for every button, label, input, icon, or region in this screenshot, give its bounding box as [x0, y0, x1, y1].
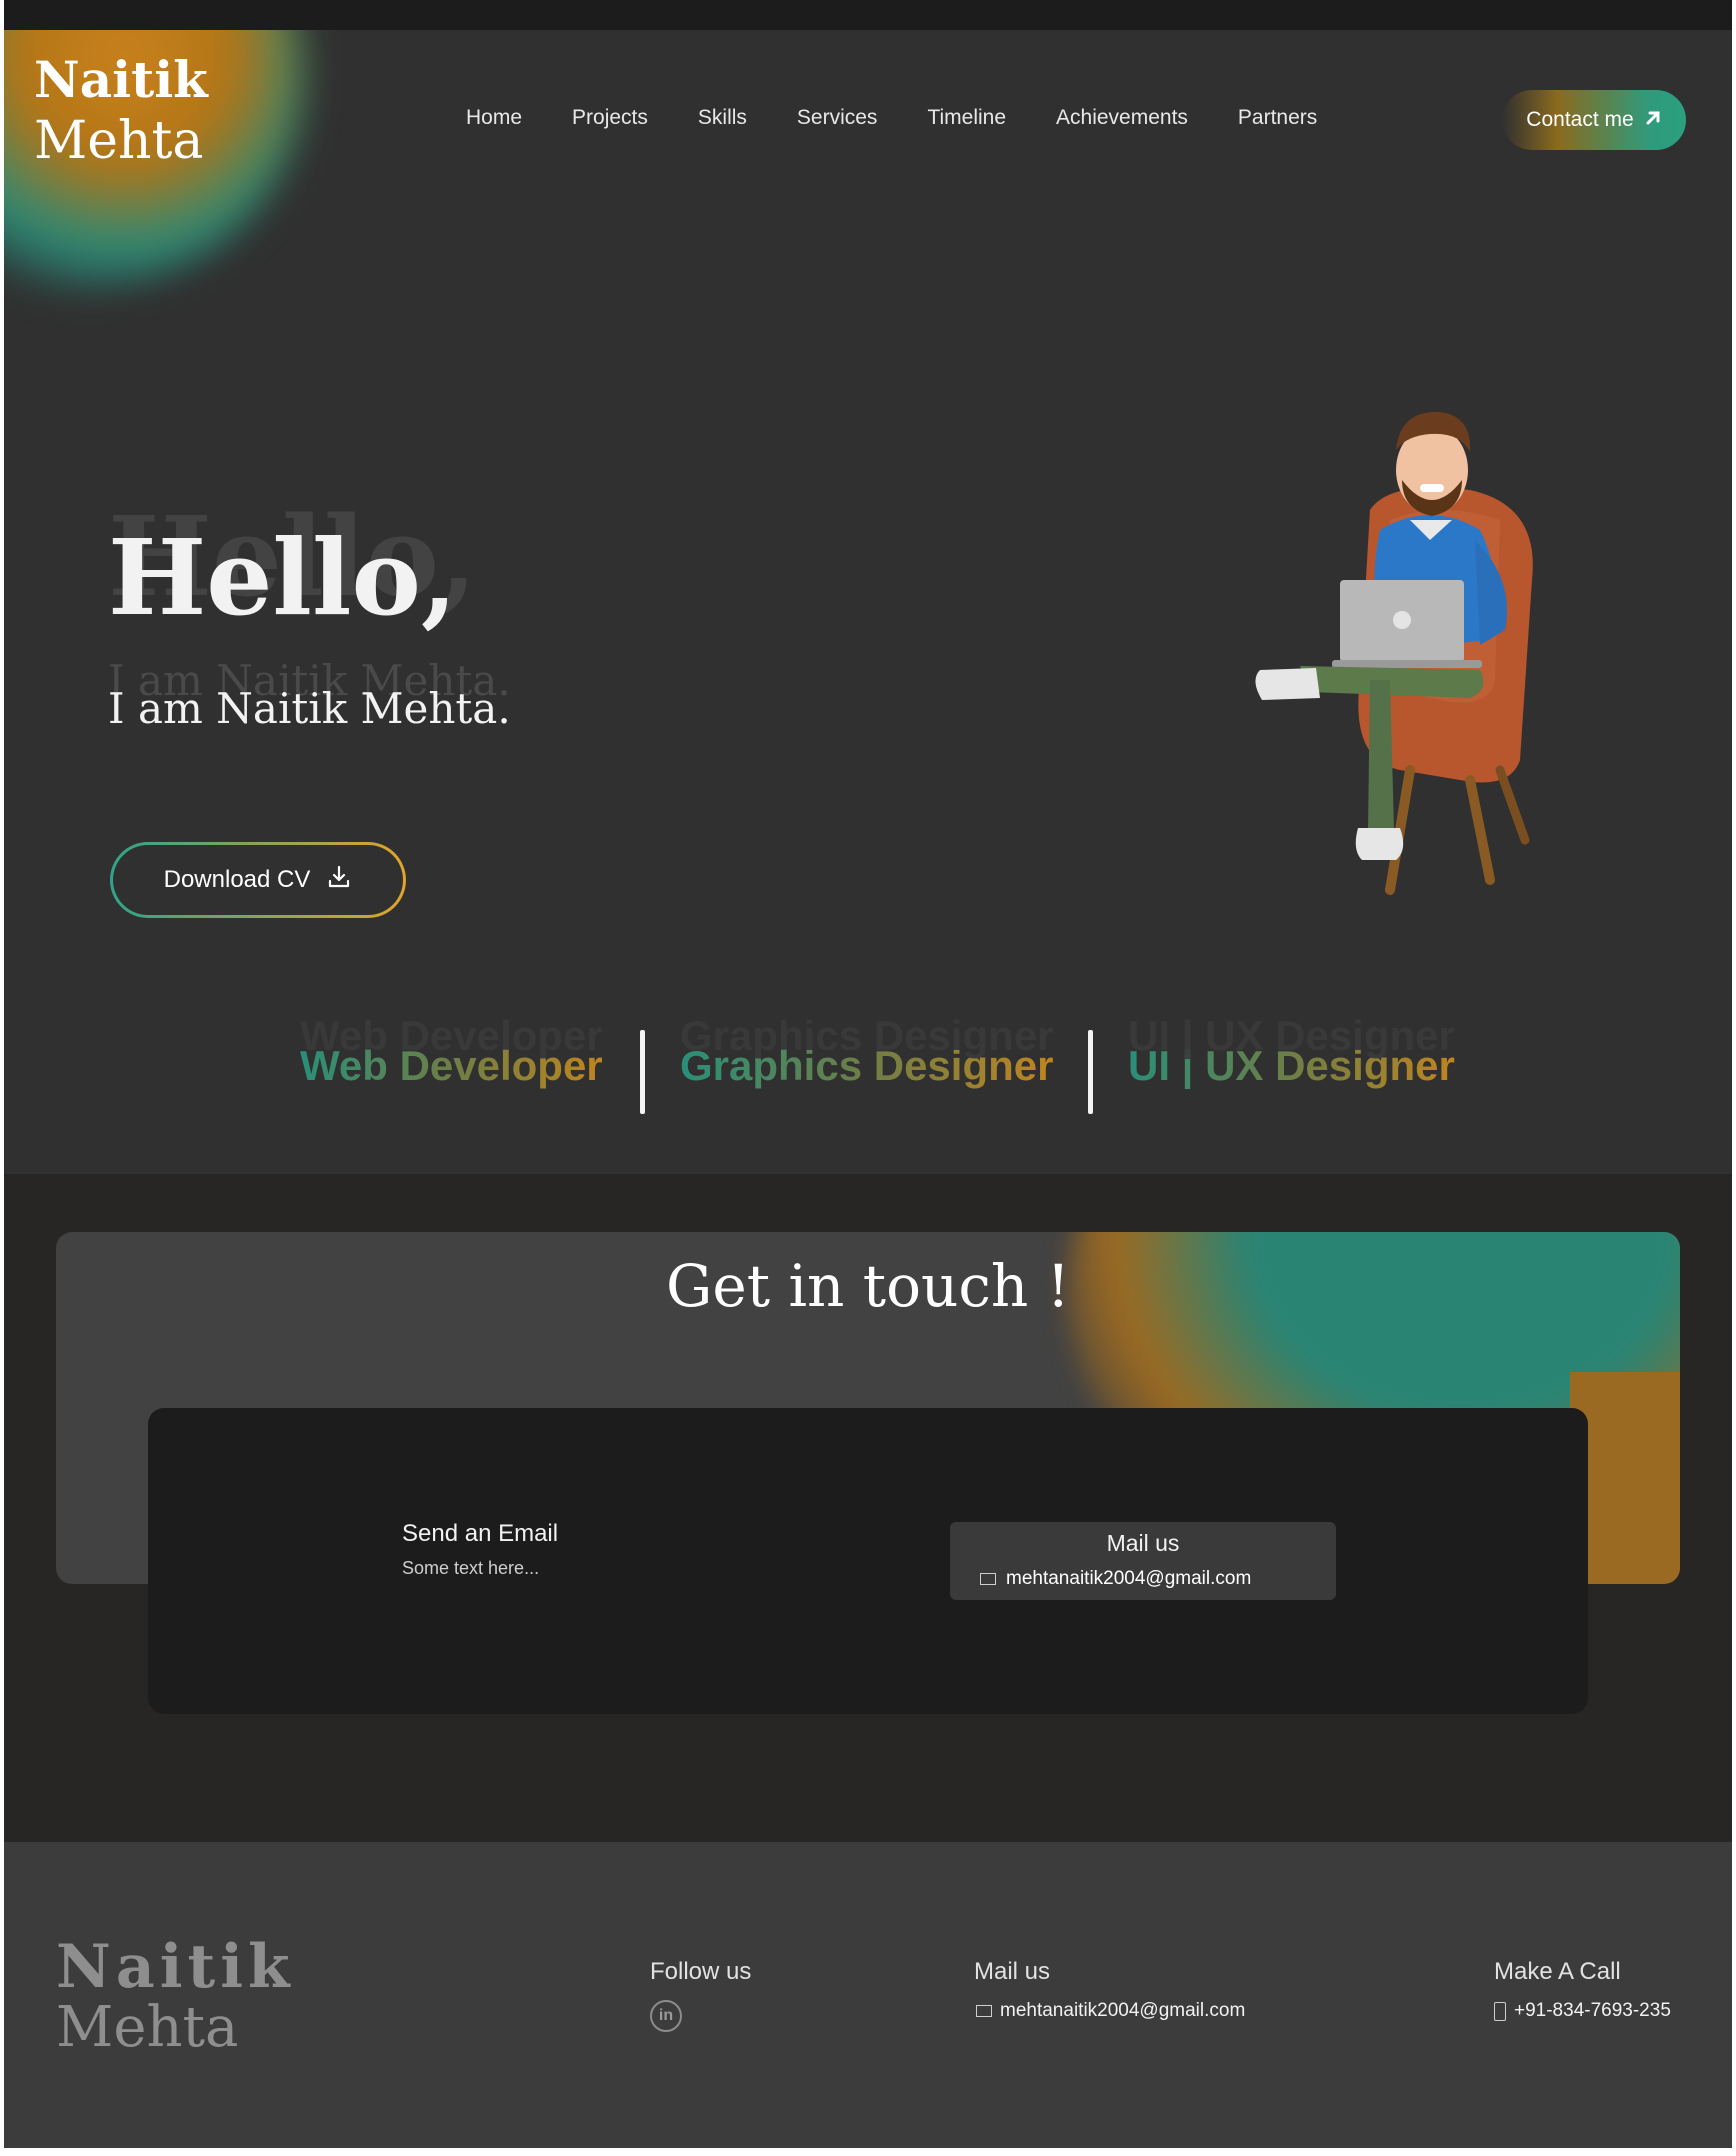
brand-logo[interactable]: Naitik Mehta [34, 52, 208, 170]
brand-last-name: Mehta [34, 111, 204, 171]
contact-section: Get in touch ! Send an Email Some text h… [4, 1174, 1732, 1842]
download-icon [326, 864, 352, 897]
footer-call-title: Make A Call [1494, 1958, 1621, 1985]
greeting-heading: Hello, [108, 516, 458, 639]
nav-item-services[interactable]: Services [797, 106, 878, 130]
role-ghost: Graphics Designer [680, 1012, 1054, 1059]
footer-mail-address: mehtanaitik2004@gmail.com [1000, 2000, 1246, 2021]
hero-section: Naitik Mehta Home Projects Skills Servic… [4, 30, 1732, 1174]
role-divider [1088, 1030, 1093, 1114]
brand-first-name: Naitik [34, 50, 208, 109]
linkedin-icon[interactable]: in [650, 2000, 682, 2032]
footer-logo[interactable]: Naitik Mehta [56, 1936, 295, 2058]
role-ghost: UI | UX Designer [1128, 1012, 1455, 1059]
role-ui-ux-designer: UI | UX Designer UI | UX Designer [1128, 1012, 1455, 1090]
send-email-title: Send an Email [402, 1520, 559, 1547]
nav-item-partners[interactable]: Partners [1238, 106, 1317, 130]
contact-me-label: Contact me [1526, 108, 1634, 131]
role-ghost: Web Developer [300, 1012, 603, 1059]
intro-text: I am Naitik Mehta. [108, 684, 511, 733]
envelope-icon [980, 1573, 996, 1585]
footer: Naitik Mehta Follow us in Mail us mehtan… [4, 1842, 1732, 2148]
role-graphics-designer: Graphics Designer Graphics Designer [680, 1012, 1053, 1090]
envelope-icon [976, 2005, 992, 2017]
footer-phone-number: +91-834-7693-235 [1514, 2000, 1671, 2021]
contact-title: Get in touch ! [666, 1252, 1070, 1320]
footer-follow-title: Follow us [650, 1958, 752, 1985]
footer-call-link[interactable]: +91-834-7693-235 [1494, 2000, 1671, 2022]
download-cv-label: Download CV [163, 866, 311, 893]
nav-item-timeline[interactable]: Timeline [927, 106, 1006, 130]
mail-us-title: Mail us [1106, 1530, 1180, 1556]
nav-item-projects[interactable]: Projects [572, 106, 648, 130]
contact-me-button[interactable]: Contact me [1502, 90, 1686, 150]
nav-item-home[interactable]: Home [466, 106, 522, 130]
footer-brand-last: Mehta [56, 1995, 239, 2060]
arrow-up-right-icon [1644, 107, 1662, 133]
role-divider [640, 1030, 645, 1114]
mail-us-email[interactable]: mehtanaitik2004@gmail.com [980, 1568, 1251, 1590]
footer-mail-title: Mail us [974, 1958, 1051, 1985]
role-web-developer: Web Developer Web Developer [300, 1012, 603, 1090]
download-cv-button[interactable]: Download CV [110, 842, 406, 918]
contact-panel: Send an Email Some text here... Mail us … [148, 1408, 1588, 1714]
footer-mail-link[interactable]: mehtanaitik2004@gmail.com [976, 2000, 1245, 2022]
nav-item-skills[interactable]: Skills [698, 106, 747, 130]
mail-us-card[interactable]: Mail us mehtanaitik2004@gmail.com [950, 1522, 1336, 1600]
footer-brand-first: Naitik [56, 1932, 295, 2002]
mail-us-address: mehtanaitik2004@gmail.com [1006, 1568, 1252, 1589]
top-band [4, 0, 1732, 30]
page-frame: Naitik Mehta Home Projects Skills Servic… [4, 0, 1732, 2148]
send-email-subtitle: Some text here... [402, 1558, 540, 1578]
phone-icon [1494, 2001, 1506, 2021]
avatar-illustration [1255, 411, 1533, 895]
main-nav: Home Projects Skills Services Timeline A… [466, 106, 1317, 130]
nav-item-achievements[interactable]: Achievements [1056, 106, 1188, 130]
